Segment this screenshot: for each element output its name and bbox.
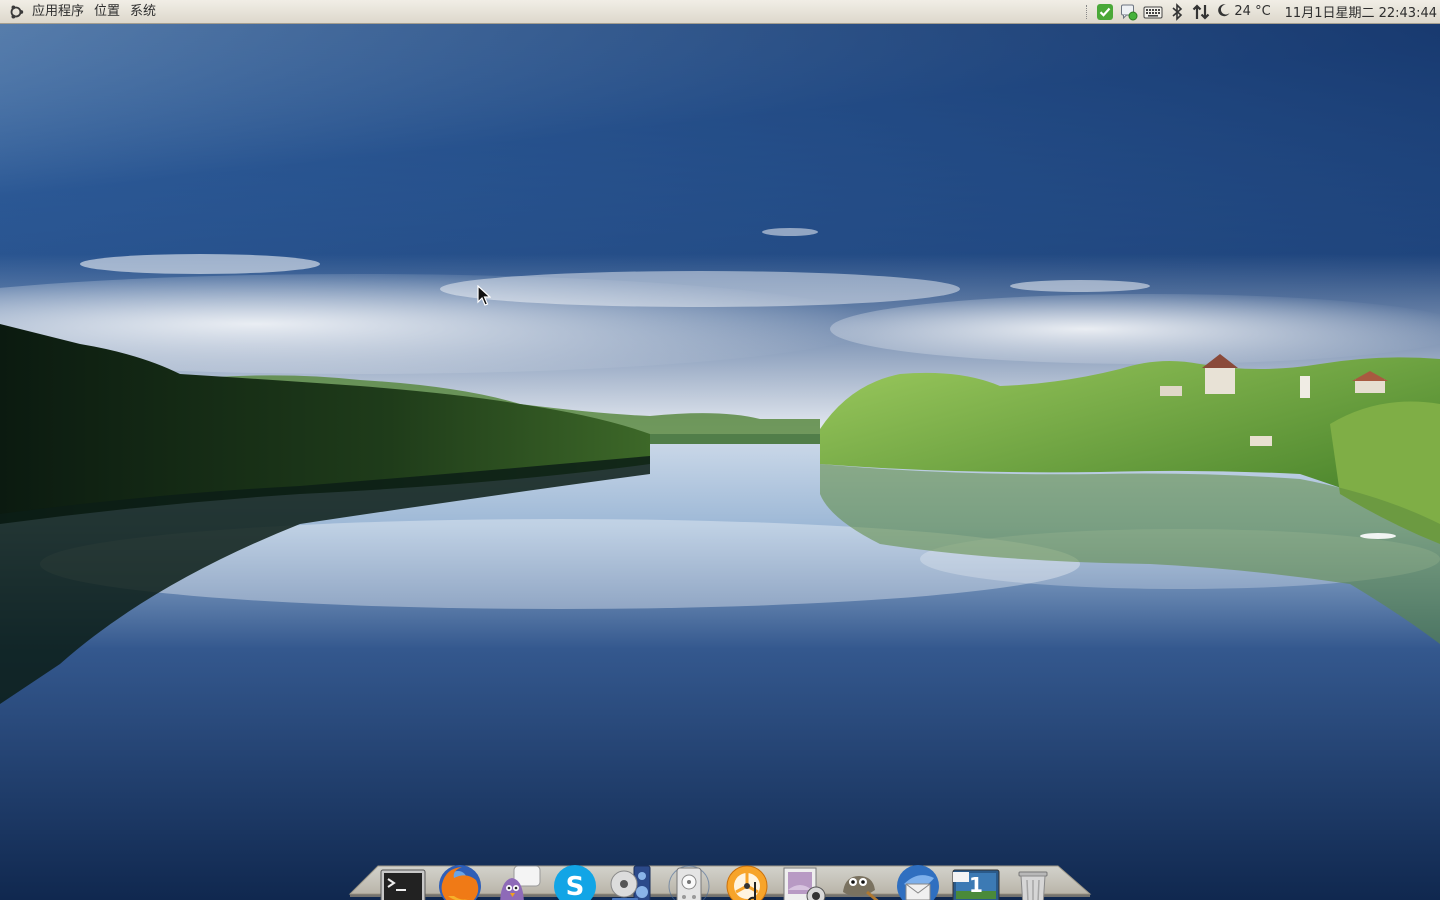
keyboard-icon[interactable] <box>1143 2 1163 22</box>
network-ok-icon[interactable] <box>1095 2 1115 22</box>
dock-item-pidgin[interactable] <box>493 861 543 900</box>
media-player-icon <box>610 865 651 900</box>
workspace-number: 1 <box>969 873 983 897</box>
svg-text:S: S <box>565 872 584 900</box>
skype-icon: S <box>553 865 596 900</box>
pidgin-icon <box>499 865 541 900</box>
dock-item-firefox[interactable] <box>435 861 485 900</box>
dock-item-media-player[interactable] <box>607 861 657 900</box>
trash-icon <box>1018 871 1048 900</box>
terminal-icon <box>380 869 426 900</box>
dock-item-screenshot[interactable] <box>779 861 829 900</box>
desktop[interactable]: S 1 <box>0 24 1440 900</box>
moon-icon <box>1217 3 1231 21</box>
tray-separator <box>1086 4 1091 19</box>
dock-item-terminal[interactable] <box>378 861 428 900</box>
menu-applications[interactable]: 应用程序 <box>27 1 89 23</box>
dock-item-gimp[interactable] <box>836 861 886 900</box>
clock[interactable]: 11月1日星期二 22:43:44 <box>1275 2 1440 21</box>
system-tray: 24 °C 11月1日星期二 22:43:44 <box>1084 0 1440 24</box>
weather-applet[interactable]: 24 °C <box>1213 3 1274 21</box>
dock-item-trash[interactable] <box>1008 861 1058 900</box>
ubuntu-logo-icon[interactable] <box>5 1 27 23</box>
thunderbird-icon <box>897 865 940 900</box>
menu-system[interactable]: 系统 <box>125 1 161 23</box>
dock-item-music-player[interactable] <box>722 861 772 900</box>
disk-icon <box>668 865 710 900</box>
chat-status-icon[interactable] <box>1119 2 1139 22</box>
dock-item-skype[interactable]: S <box>550 861 600 900</box>
bluetooth-icon[interactable] <box>1167 2 1187 22</box>
dock: S 1 <box>378 857 1058 900</box>
network-transfer-icon[interactable] <box>1191 2 1211 22</box>
weather-temperature: 24 °C <box>1234 4 1271 19</box>
dock-item-workspace-switcher[interactable]: 1 <box>951 861 1001 900</box>
music-player-icon <box>726 865 768 900</box>
dock-item-thunderbird[interactable] <box>893 861 943 900</box>
menu-places[interactable]: 位置 <box>89 1 125 23</box>
workspace-icon: 1 <box>952 869 1000 900</box>
dock-shelf <box>348 865 1092 897</box>
gimp-icon <box>843 876 879 900</box>
firefox-icon <box>439 865 482 900</box>
dock-item-disk-utility[interactable] <box>664 861 714 900</box>
top-panel: 应用程序 位置 系统 24 °C 11月1日星期二 22:43:44 <box>0 0 1440 24</box>
screenshot-icon <box>783 867 826 900</box>
